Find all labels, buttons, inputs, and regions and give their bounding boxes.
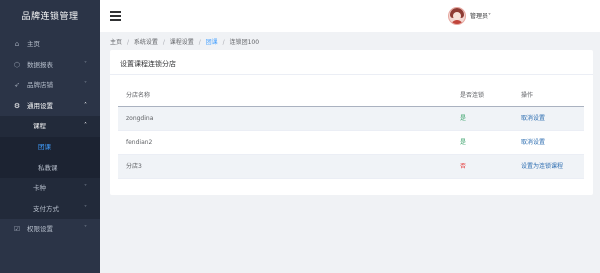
user-menu[interactable]: 管理员˅ [470,11,491,20]
table-row: zongdina 是 取消设置 [118,107,584,131]
sidebar-item-label: 权限设置 [27,225,53,234]
store-name: fendian2 [126,139,153,146]
cancel-setting-link[interactable]: 取消设置 [521,131,545,154]
cube-icon: ⬡ [13,60,21,69]
rocket-icon: ➶ [14,81,20,90]
chain-status: 是 [460,115,467,122]
chevron-down-icon: ˅ [488,13,492,20]
sidebar-item-label: 支付方式 [33,204,59,213]
store-name: 分店3 [126,163,142,170]
sidebar-item-group-class[interactable]: 团课 [0,136,100,158]
sidebar-item-course[interactable]: 课程 ˄ [0,116,100,137]
table-row: 分店3 否 设置为连锁课程 [118,155,584,179]
chain-store-card: 设置课程连锁分店 分店名称 是否连锁 操作 zongdina 是 取消设置 fe… [110,50,593,195]
chevron-down-icon: ˅ [84,184,87,192]
breadcrumb-item-current: 连锁团100 [229,39,260,46]
avatar[interactable] [448,7,466,25]
sidebar-item-payment[interactable]: 支付方式 ˅ [0,198,100,220]
chain-status: 否 [460,163,467,170]
chevron-down-icon: ˅ [84,204,87,212]
home-icon: ⌂ [14,40,20,48]
top-bar [100,0,600,32]
chevron-down-icon: ˅ [84,81,87,89]
sidebar-item-label: 通用设置 [27,101,53,110]
breadcrumb-item-system-settings[interactable]: 系统设置 [134,39,158,46]
sidebar-item-label: 品牌店铺 [27,81,53,90]
chain-status: 是 [460,139,467,146]
sidebar-item-reports[interactable]: ⬡ 数据报表 ˅ [0,55,100,76]
sidebar-item-general-settings[interactable]: ⚙ 通用设置 ˄ [0,96,100,117]
column-header-store-name: 分店名称 [126,92,151,99]
sidebar-item-label: 私教课 [38,163,58,172]
chevron-up-icon: ˄ [84,122,87,130]
breadcrumb-separator: / [126,39,129,46]
card-title: 设置课程连锁分店 [120,60,176,68]
sidebar-item-label: 数据报表 [27,60,53,69]
sidebar-item-card-types[interactable]: 卡种 ˅ [0,178,100,199]
table-header: 分店名称 是否连锁 操作 [118,86,584,107]
checkbox-icon: ☑ [13,225,21,234]
set-as-chain-course-link[interactable]: 设置为连锁课程 [521,155,563,178]
column-header-is-chain: 是否连锁 [460,92,485,99]
sidebar-item-label: 卡种 [33,184,46,193]
sidebar-item-label: 课程 [33,122,46,131]
breadcrumb: 主页 / 系统设置 / 课程设置 / 团课 / 连锁团100 [110,37,259,46]
store-name: zongdina [126,115,154,122]
hamburger-menu-icon[interactable] [110,11,121,21]
cancel-setting-link[interactable]: 取消设置 [521,107,545,130]
sidebar-item-stores[interactable]: ➶ 品牌店铺 ˅ [0,75,100,96]
sidebar-item-private-class[interactable]: 私教课 [0,157,100,179]
breadcrumb-separator: / [222,39,225,46]
store-table: 分店名称 是否连锁 操作 zongdina 是 取消设置 fendian2 是 … [118,86,584,179]
divider [110,74,593,75]
table-row: fendian2 是 取消设置 [118,131,584,155]
breadcrumb-item-course-settings[interactable]: 课程设置 [170,39,194,46]
app-title: 品牌连锁管理 [21,12,79,22]
chevron-up-icon: ˄ [84,101,87,109]
breadcrumb-separator: / [162,39,165,46]
breadcrumb-separator: / [198,39,201,46]
chevron-down-icon: ˅ [84,225,87,233]
chevron-down-icon: ˅ [84,60,87,68]
sidebar: 品牌连锁管理 ⌂ 主页 ⬡ 数据报表 ˅ ➶ 品牌店铺 ˅ ⚙ 通用设置 ˄ 课… [0,0,100,273]
breadcrumb-item-group-class[interactable]: 团课 [206,39,218,46]
username: 管理员 [470,13,489,20]
sidebar-item-permissions[interactable]: ☑ 权限设置 ˅ [0,219,100,240]
sidebar-item-home[interactable]: ⌂ 主页 [0,34,100,55]
column-header-action: 操作 [521,92,534,99]
sidebar-item-label: 主页 [27,40,40,48]
breadcrumb-item-home[interactable]: 主页 [110,39,122,46]
sidebar-menu: ⌂ 主页 ⬡ 数据报表 ˅ ➶ 品牌店铺 ˅ ⚙ 通用设置 ˄ 课程 ˄ 团课 … [0,34,100,240]
gear-icon: ⚙ [13,101,21,110]
sidebar-item-label: 团课 [38,142,51,151]
